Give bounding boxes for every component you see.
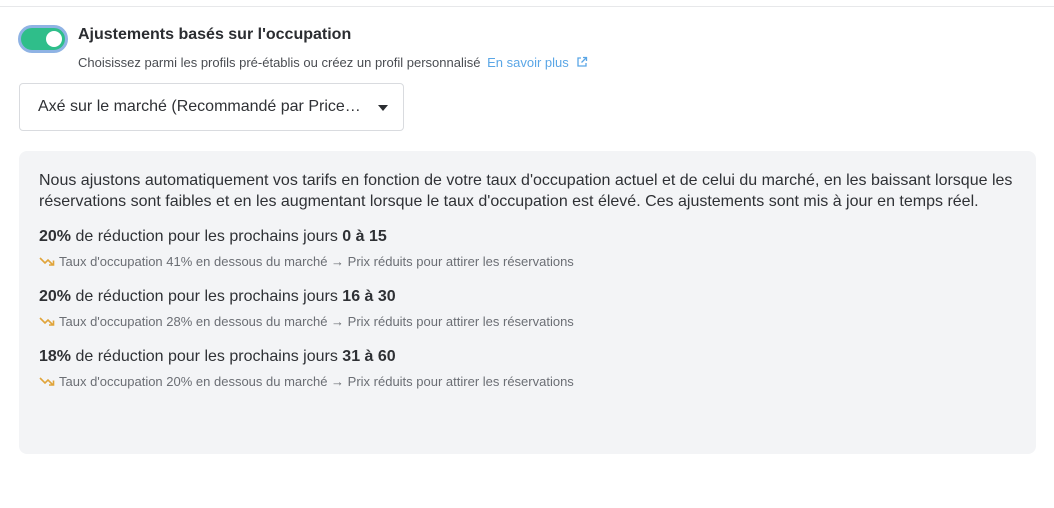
trend-down-icon [39,317,55,326]
tier-item: 18% de réduction pour les prochains jour… [39,348,1016,389]
subtitle-text: Choisissez parmi les profils pré-établis… [78,55,481,70]
trend-down-icon [39,377,55,386]
tier-range: 16 à 30 [342,288,396,305]
profile-select-value: Axé sur le marché (Recommandé par PriceL… [38,98,363,115]
panel-description: Nous ajustons automatiquement vos tarifs… [39,172,1013,210]
tier-percent: 20% [39,228,72,245]
tier-note: Taux d'occupation 20% en dessous du marc… [39,374,1016,389]
section-title: Ajustements basés sur l'occupation [78,26,352,43]
tier-summary: 20% de réduction pour les prochains jour… [39,288,1016,306]
toggle-knob [46,31,62,47]
tier-note-text: Taux d'occupation 28% en dessous du marc… [59,314,574,329]
tier-percent: 18% [39,348,72,365]
tier-percent: 20% [39,288,72,305]
tier-range: 0 à 15 [342,228,387,245]
tier-note-text: Taux d'occupation 20% en dessous du marc… [59,374,574,389]
tier-text: de réduction pour les prochains jours [71,348,343,365]
learn-more-label: En savoir plus [487,55,569,70]
profile-select[interactable]: Axé sur le marché (Recommandé par PriceL… [19,83,404,131]
section-subtitle: Choisissez parmi les profils pré-établis… [78,55,588,70]
tier-summary: 18% de réduction pour les prochains jour… [39,348,1016,366]
tier-item: 20% de réduction pour les prochains jour… [39,228,1016,269]
tier-range: 31 à 60 [342,348,396,365]
external-link-icon [577,56,588,67]
learn-more-link[interactable]: En savoir plus [487,55,588,70]
caret-down-icon [378,105,388,111]
tier-summary: 20% de réduction pour les prochains jour… [39,228,1016,246]
trend-down-icon [39,257,55,266]
occupancy-toggle[interactable] [18,25,68,53]
tier-note: Taux d'occupation 41% en dessous du marc… [39,254,1016,269]
tier-text: de réduction pour les prochains jours [71,228,343,245]
top-divider [0,6,1054,7]
tier-text: de réduction pour les prochains jours [71,288,343,305]
tier-note-text: Taux d'occupation 41% en dessous du marc… [59,254,574,269]
adjustments-panel: Nous ajustons automatiquement vos tarifs… [19,151,1036,454]
tier-note: Taux d'occupation 28% en dessous du marc… [39,314,1016,329]
tier-item: 20% de réduction pour les prochains jour… [39,288,1016,329]
